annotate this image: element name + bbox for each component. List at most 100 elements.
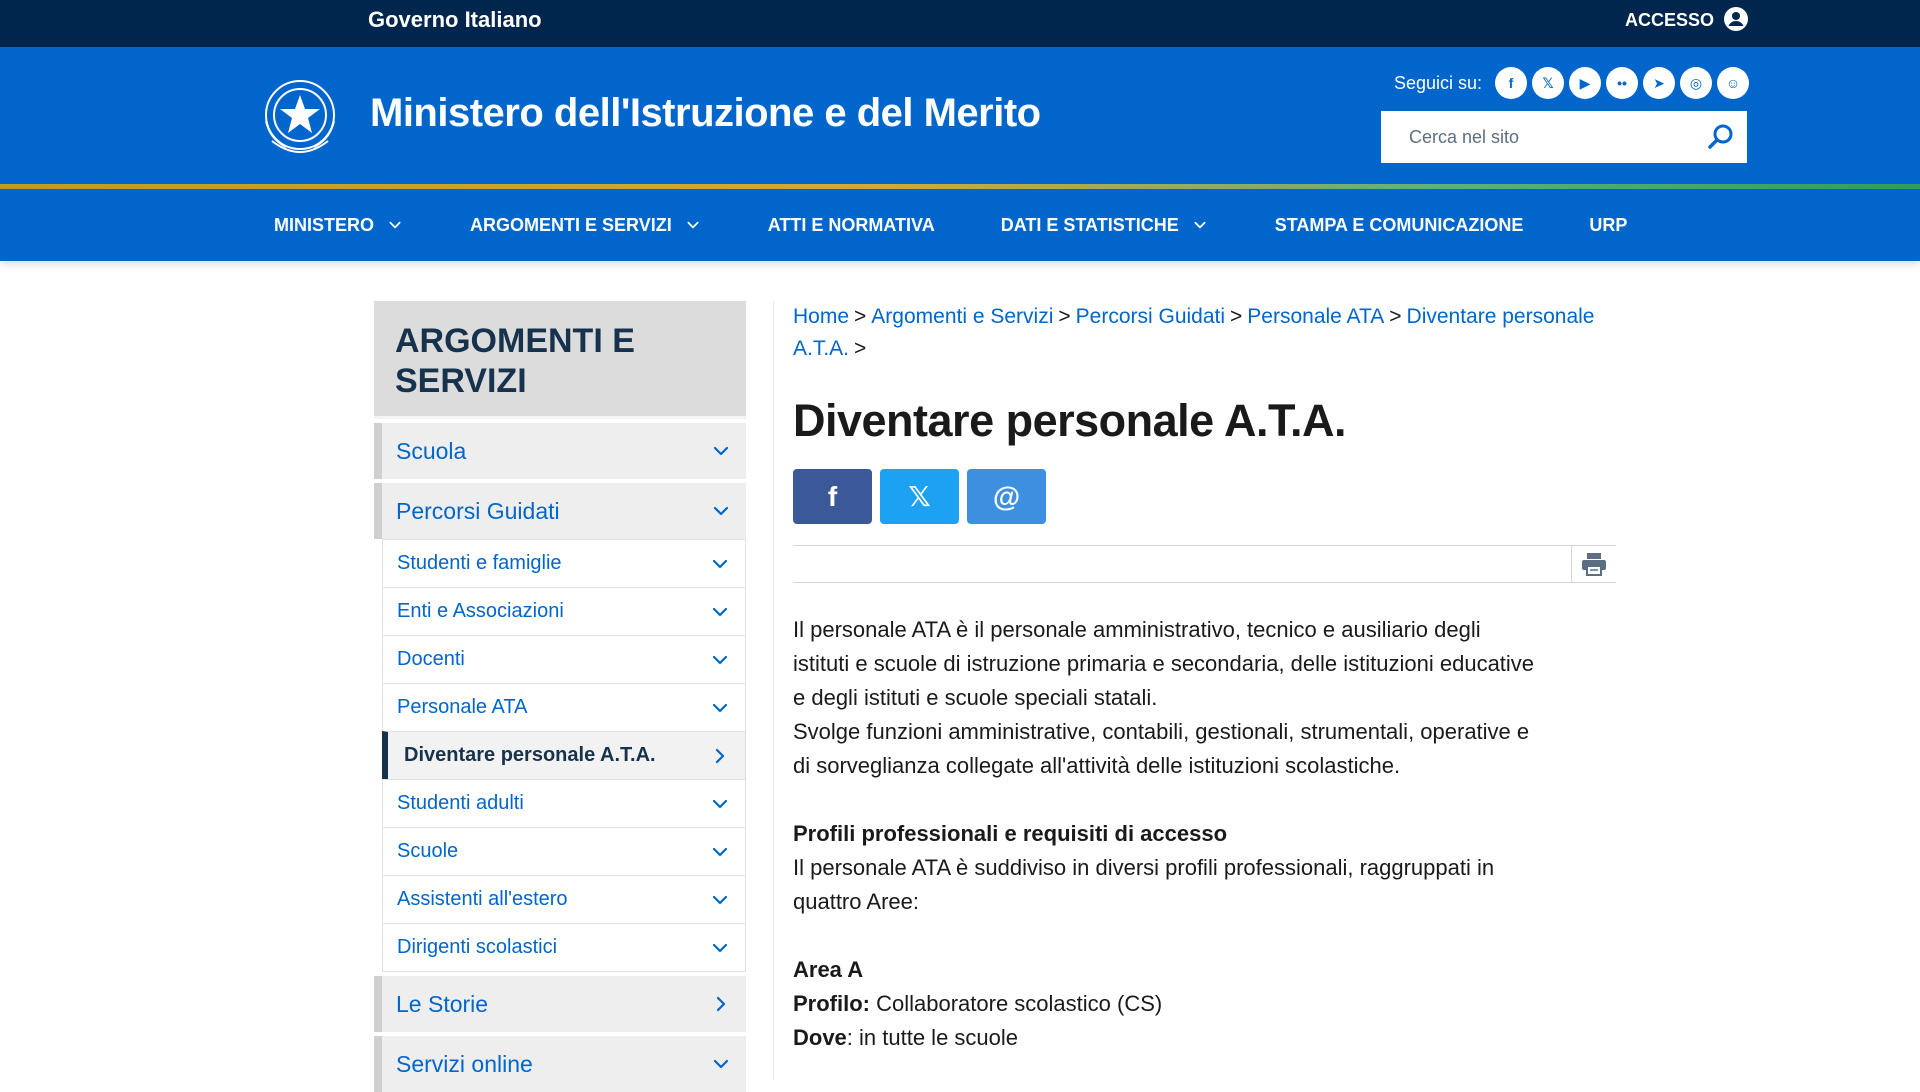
governo-italiano-link[interactable]: Governo Italiano <box>368 0 542 47</box>
area-a-profile: Profilo: Collaboratore scolastico (CS) <box>793 987 1583 1021</box>
where-label: Dove <box>793 1025 847 1050</box>
intro-line: di sorveglianza collegate all'attività d… <box>793 753 1401 778</box>
nav-item-label: ARGOMENTI E SERVIZI <box>470 214 672 235</box>
sidebar-subitem-label: Studenti adulti <box>397 792 524 814</box>
profiles-line: quattro Aree: <box>793 889 919 914</box>
access-label: ACCESSO <box>1624 10 1714 30</box>
main-navigation: MINISTERO ARGOMENTI E SERVIZI ATTI E NORMA… <box>0 189 1920 261</box>
chevron-right-icon <box>716 996 726 1012</box>
breadcrumb-link-percorsi-guidati[interactable]: Percorsi Guidati <box>1076 305 1225 328</box>
chevron-down-icon <box>712 895 728 904</box>
instagram-icon[interactable]: ◎ <box>1680 67 1712 99</box>
sidebar-subitem-label: Studenti e famiglie <box>397 552 562 574</box>
page-title: Diventare personale A.T.A. <box>793 395 1347 446</box>
sidebar-subitem-studenti-adulti[interactable]: Studenti adulti <box>383 779 745 827</box>
slideshare-icon[interactable]: ☺ <box>1717 67 1749 99</box>
nav-item-urp[interactable]: URP <box>1589 189 1627 261</box>
chevron-down-icon <box>712 559 728 568</box>
nav-item-label: DATI E STATISTICHE <box>1000 214 1179 235</box>
sidebar-item-label: Le Storie <box>396 990 489 1017</box>
nav-item-atti-e-normativa[interactable]: ATTI E NORMATIVA <box>768 189 935 261</box>
sidebar-subitem-label: Dirigenti scolastici <box>397 936 558 958</box>
sidebar-subitem-label: Diventare personale A.T.A. <box>404 744 656 766</box>
sidebar-item-percorsi-guidati[interactable]: Percorsi Guidati <box>374 483 746 539</box>
chevron-down-icon <box>712 943 728 952</box>
main-content: Home > Argomenti e Servizi > Percorsi Guidat… <box>793 301 1616 1055</box>
sidebar-subitem-label: Docenti <box>397 648 465 670</box>
breadcrumb-separator: > <box>854 305 867 328</box>
search-box <box>1381 111 1747 163</box>
sidebar-subitem-diventare-personale-a-t-a[interactable]: Diventare personale A.T.A. <box>382 731 745 779</box>
follow-label: Seguici su: <box>1393 72 1482 93</box>
facebook-icon[interactable]: f <box>1495 67 1527 99</box>
search-button[interactable] <box>1695 111 1747 163</box>
sidebar-subitem-personale-ata[interactable]: Personale ATA <box>383 683 745 731</box>
sidebar-item-label: Servizi online <box>396 1050 533 1077</box>
intro-line: istituti e scuole di istruzione primaria… <box>793 651 1535 676</box>
flickr-icon[interactable]: •• <box>1606 67 1638 99</box>
chevron-down-icon <box>713 446 729 456</box>
sidebar-subitem-studenti-e-famiglie[interactable]: Studenti e famiglie <box>383 539 745 587</box>
breadcrumb: Home > Argomenti e Servizi > Percorsi Guidat… <box>793 301 1613 365</box>
breadcrumb-link-personale-ata[interactable]: Personale ATA <box>1247 305 1384 328</box>
nav-item-stampa-e-comunicazione[interactable]: STAMPA E COMUNICAZIONE <box>1275 189 1524 261</box>
share-email-button[interactable]: @ <box>967 469 1046 524</box>
nav-item-label: STAMPA E COMUNICAZIONE <box>1274 214 1524 235</box>
profiles-heading: Profili professionali e requisiti di acc… <box>793 821 1228 846</box>
where-value: : in tutte le scuole <box>846 1025 1019 1050</box>
article-body: Il personale ATA è il personale amminist… <box>793 613 1583 1055</box>
nav-item-argomenti-e-servizi[interactable]: ARGOMENTI E SERVIZI <box>470 189 702 261</box>
nav-item-label: MINISTERO <box>274 214 375 235</box>
social-follow: Seguici su: f 𝕏 ▶ •• ➤ ◎ ☺ <box>1394 67 1749 99</box>
search-input[interactable] <box>1407 111 1695 163</box>
breadcrumb-separator: > <box>1058 305 1071 328</box>
sidebar-item-scuola[interactable]: Scuola <box>374 423 746 479</box>
search-icon <box>1708 124 1733 149</box>
access-button[interactable]: ACCESSO <box>1625 0 1748 47</box>
site-header: Ministero dell'Istruzione e del Merito S… <box>0 47 1920 189</box>
share-x-button[interactable]: 𝕏 <box>880 469 959 524</box>
breadcrumb-separator: > <box>1389 305 1402 328</box>
area-a-heading: Area A <box>793 957 864 982</box>
sidebar-subitem-label: Enti e Associazioni <box>397 600 564 622</box>
sidebar-item-label: Scuola <box>396 437 467 464</box>
breadcrumb-link-home[interactable]: Home <box>793 305 849 328</box>
nav-item-label: ATTI E NORMATIVA <box>767 214 935 235</box>
nav-item-label: URP <box>1589 214 1628 235</box>
sidebar-subitem-label: Personale ATA <box>397 696 528 718</box>
sidebar-subitem-label: Scuole <box>397 840 459 862</box>
sidebar-subitem-assistenti-all-estero[interactable]: Assistenti all'estero <box>383 875 745 923</box>
site-title[interactable]: Ministero dell'Istruzione e del Merito <box>370 91 1041 136</box>
chevron-down-icon <box>389 221 401 229</box>
italian-republic-emblem-icon[interactable] <box>258 71 342 163</box>
intro-line: e degli istituti e scuole speciali stata… <box>793 685 1158 710</box>
sidebar-subitem-scuole[interactable]: Scuole <box>383 827 745 875</box>
sidebar-item-servizi-online[interactable]: Servizi online <box>374 1036 746 1092</box>
x-twitter-icon[interactable]: 𝕏 <box>1532 67 1564 99</box>
profiles-line: Il personale ATA è suddiviso in diversi … <box>793 855 1495 880</box>
chevron-right-icon <box>715 748 725 763</box>
breadcrumb-separator: > <box>854 337 867 360</box>
nav-item-ministero[interactable]: MINISTERO <box>274 189 404 261</box>
page-tools-bar <box>793 545 1616 583</box>
chevron-down-icon <box>712 655 728 664</box>
chevron-down-icon <box>712 607 728 616</box>
sidebar-subitem-label: Assistenti all'estero <box>397 888 568 910</box>
sidebar-item-label: Percorsi Guidati <box>396 497 560 524</box>
sidebar-subitem-dirigenti-scolastici[interactable]: Dirigenti scolastici <box>383 923 745 971</box>
profile-value: Collaboratore scolastico (CS) <box>870 991 1163 1016</box>
sidebar: ARGOMENTI E SERVIZI Scuola Percorsi Guida… <box>374 301 746 1092</box>
sidebar-submenu: Studenti e famiglie Enti e Associazioni Do… <box>382 539 746 972</box>
sidebar-subitem-docenti[interactable]: Docenti <box>383 635 745 683</box>
content-divider <box>773 301 774 1080</box>
youtube-icon[interactable]: ▶ <box>1569 67 1601 99</box>
sidebar-subitem-enti-e-associazioni[interactable]: Enti e Associazioni <box>383 587 745 635</box>
print-button[interactable] <box>1571 546 1616 582</box>
user-icon <box>1724 7 1748 31</box>
breadcrumb-link-argomenti-e-servizi[interactable]: Argomenti e Servizi <box>871 305 1053 328</box>
sidebar-item-le-storie[interactable]: Le Storie <box>374 976 746 1032</box>
telegram-icon[interactable]: ➤ <box>1643 67 1675 99</box>
area-a-where: Dove: in tutte le scuole <box>793 1021 1583 1055</box>
nav-item-dati-e-statistiche[interactable]: DATI E STATISTICHE <box>1001 189 1209 261</box>
share-facebook-button[interactable]: f <box>793 469 872 524</box>
